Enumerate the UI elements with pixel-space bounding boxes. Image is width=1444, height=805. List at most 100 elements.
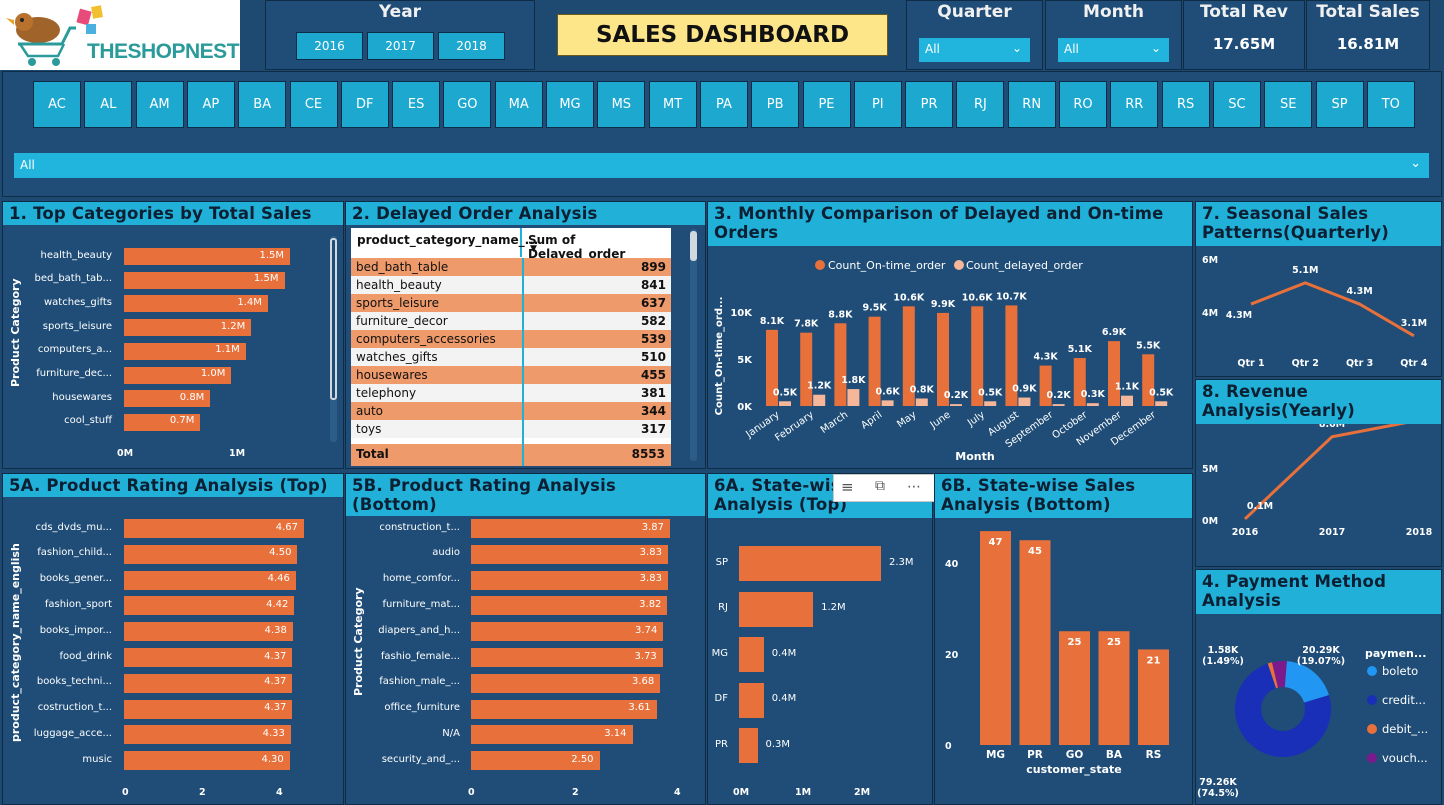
line-series[interactable] xyxy=(1250,281,1415,338)
scrollbar-thumb[interactable] xyxy=(690,231,697,261)
bar-delayed[interactable] xyxy=(1121,395,1133,406)
panel-rating-bottom: 5B. Product Rating Analysis (Bottom) Pro… xyxy=(345,473,706,805)
more-options-icon[interactable]: ⋯ xyxy=(907,479,921,495)
scrollbar-thumb[interactable] xyxy=(330,238,337,400)
state-button-es[interactable]: ES xyxy=(392,81,441,128)
state-button-rn[interactable]: RN xyxy=(1007,81,1056,128)
state-button-pa[interactable]: PA xyxy=(699,81,748,128)
table-row[interactable]: bed_bath_table 899 xyxy=(351,258,671,276)
bar-ontime[interactable] xyxy=(1108,341,1120,406)
table-row[interactable]: toys 317 xyxy=(351,420,671,438)
bar[interactable] xyxy=(1098,631,1130,745)
data-label: 4.37 xyxy=(264,676,287,688)
bar[interactable] xyxy=(739,728,758,763)
bar-delayed[interactable] xyxy=(847,389,860,406)
state-button-go[interactable]: GO xyxy=(443,81,492,128)
bar[interactable] xyxy=(980,531,1011,745)
scrollbar[interactable] xyxy=(330,236,337,442)
panel-title: 2. Delayed Order Analysis xyxy=(346,202,705,225)
data-label-ontime: 7.8K xyxy=(794,319,819,330)
category-label: watches_gifts xyxy=(43,296,112,308)
legend-label[interactable]: credit... xyxy=(1382,693,1426,707)
state-button-df[interactable]: DF xyxy=(340,81,389,128)
bar[interactable] xyxy=(739,682,764,718)
focus-mode-icon[interactable]: ⧉ xyxy=(875,478,885,494)
state-button-to[interactable]: TO xyxy=(1366,81,1415,128)
state-button-sc[interactable]: SC xyxy=(1212,81,1261,128)
bar-delayed[interactable] xyxy=(1155,401,1168,406)
table-row[interactable]: sports_leisure 637 xyxy=(351,294,671,312)
table-header-delayed[interactable]: Sum of Delayed_order ▼ xyxy=(524,228,671,261)
year-option-2016[interactable]: 2016 xyxy=(296,32,363,60)
table-row[interactable]: furniture_decor 582 xyxy=(351,312,671,330)
quarter-dropdown[interactable]: All ⌄ xyxy=(919,38,1030,62)
chevron-down-icon: ⌄ xyxy=(1011,41,1022,55)
x-tick: 1M xyxy=(229,448,246,459)
category-label: security_and_... xyxy=(381,753,460,765)
bar-delayed[interactable] xyxy=(779,401,791,406)
data-label-delayed: 0.5K xyxy=(1149,387,1174,398)
state-button-mt[interactable]: MT xyxy=(648,81,697,128)
state-button-ce[interactable]: CE xyxy=(289,81,338,128)
bar-ontime[interactable] xyxy=(834,323,847,406)
filter-icon[interactable]: ≡ xyxy=(841,478,854,496)
panel-title: 6B. State-wise Sales Analysis (Bottom) xyxy=(935,474,1192,518)
state-button-ap[interactable]: AP xyxy=(186,81,235,128)
data-label: 4.67 xyxy=(275,521,298,533)
state-button-pb[interactable]: PB xyxy=(751,81,800,128)
bar-ontime[interactable] xyxy=(800,332,813,406)
state-button-pe[interactable]: PE xyxy=(802,81,851,128)
state-button-al[interactable]: AL xyxy=(84,81,133,128)
state-button-mg[interactable]: MG xyxy=(546,81,594,128)
year-option-2018[interactable]: 2018 xyxy=(438,32,505,60)
y-axis-label: Product Category xyxy=(9,278,22,387)
bar[interactable] xyxy=(739,637,764,672)
state-button-se[interactable]: SE xyxy=(1264,81,1313,128)
legend-label[interactable]: boleto xyxy=(1382,664,1418,678)
category-filter-dropdown[interactable]: All ⌄ xyxy=(14,153,1429,178)
category-label: home_comfor... xyxy=(382,573,460,585)
table-row[interactable]: auto 344 xyxy=(351,402,671,420)
state-button-ac[interactable]: AC xyxy=(33,81,81,128)
bar-delayed[interactable] xyxy=(1018,397,1031,406)
bar[interactable] xyxy=(1059,631,1090,745)
state-button-ma[interactable]: MA xyxy=(494,81,543,128)
month-dropdown[interactable]: All ⌄ xyxy=(1058,38,1169,62)
donut-slice[interactable] xyxy=(1284,661,1329,703)
state-button-ro[interactable]: RO xyxy=(1059,81,1107,128)
y-tick: 5K xyxy=(737,355,753,366)
year-option-2017[interactable]: 2017 xyxy=(367,32,434,60)
bar[interactable] xyxy=(1019,540,1051,745)
bar[interactable] xyxy=(739,546,881,581)
state-button-am[interactable]: AM xyxy=(135,81,184,128)
state-button-rr[interactable]: RR xyxy=(1110,81,1159,128)
category-label: office_furniture xyxy=(384,702,460,714)
x-tick: 2 xyxy=(199,787,206,798)
state-button-ms[interactable]: MS xyxy=(597,81,646,128)
table-header-category[interactable]: product_category_name_... xyxy=(351,228,538,257)
table-row[interactable]: telephony 381 xyxy=(351,384,671,402)
bar-delayed[interactable] xyxy=(1052,404,1065,406)
table-row[interactable]: housewares 455 xyxy=(351,366,671,384)
scrollbar[interactable] xyxy=(690,229,697,461)
state-button-ba[interactable]: BA xyxy=(238,81,287,128)
table-row[interactable]: computers_accessories 539 xyxy=(351,330,671,348)
bar-delayed[interactable] xyxy=(881,400,894,406)
state-button-rj[interactable]: RJ xyxy=(956,81,1005,128)
state-button-pi[interactable]: PI xyxy=(853,81,902,128)
bar-delayed[interactable] xyxy=(915,398,928,406)
bar-delayed[interactable] xyxy=(950,404,962,406)
table-row[interactable]: health_beauty 841 xyxy=(351,276,671,294)
bar-delayed[interactable] xyxy=(1086,403,1099,406)
data-label-delayed: 0.3K xyxy=(1081,389,1106,400)
cell-category: housewares xyxy=(356,368,428,382)
legend-label[interactable]: debit_... xyxy=(1382,722,1428,736)
bar-delayed[interactable] xyxy=(984,401,997,406)
state-button-pr[interactable]: PR xyxy=(905,81,954,128)
bar-delayed[interactable] xyxy=(813,394,826,406)
bar[interactable] xyxy=(739,591,814,627)
table-row[interactable]: watches_gifts 510 xyxy=(351,348,671,366)
state-button-sp[interactable]: SP xyxy=(1315,81,1364,128)
legend-label[interactable]: vouch... xyxy=(1382,751,1428,765)
state-button-rs[interactable]: RS xyxy=(1161,81,1210,128)
